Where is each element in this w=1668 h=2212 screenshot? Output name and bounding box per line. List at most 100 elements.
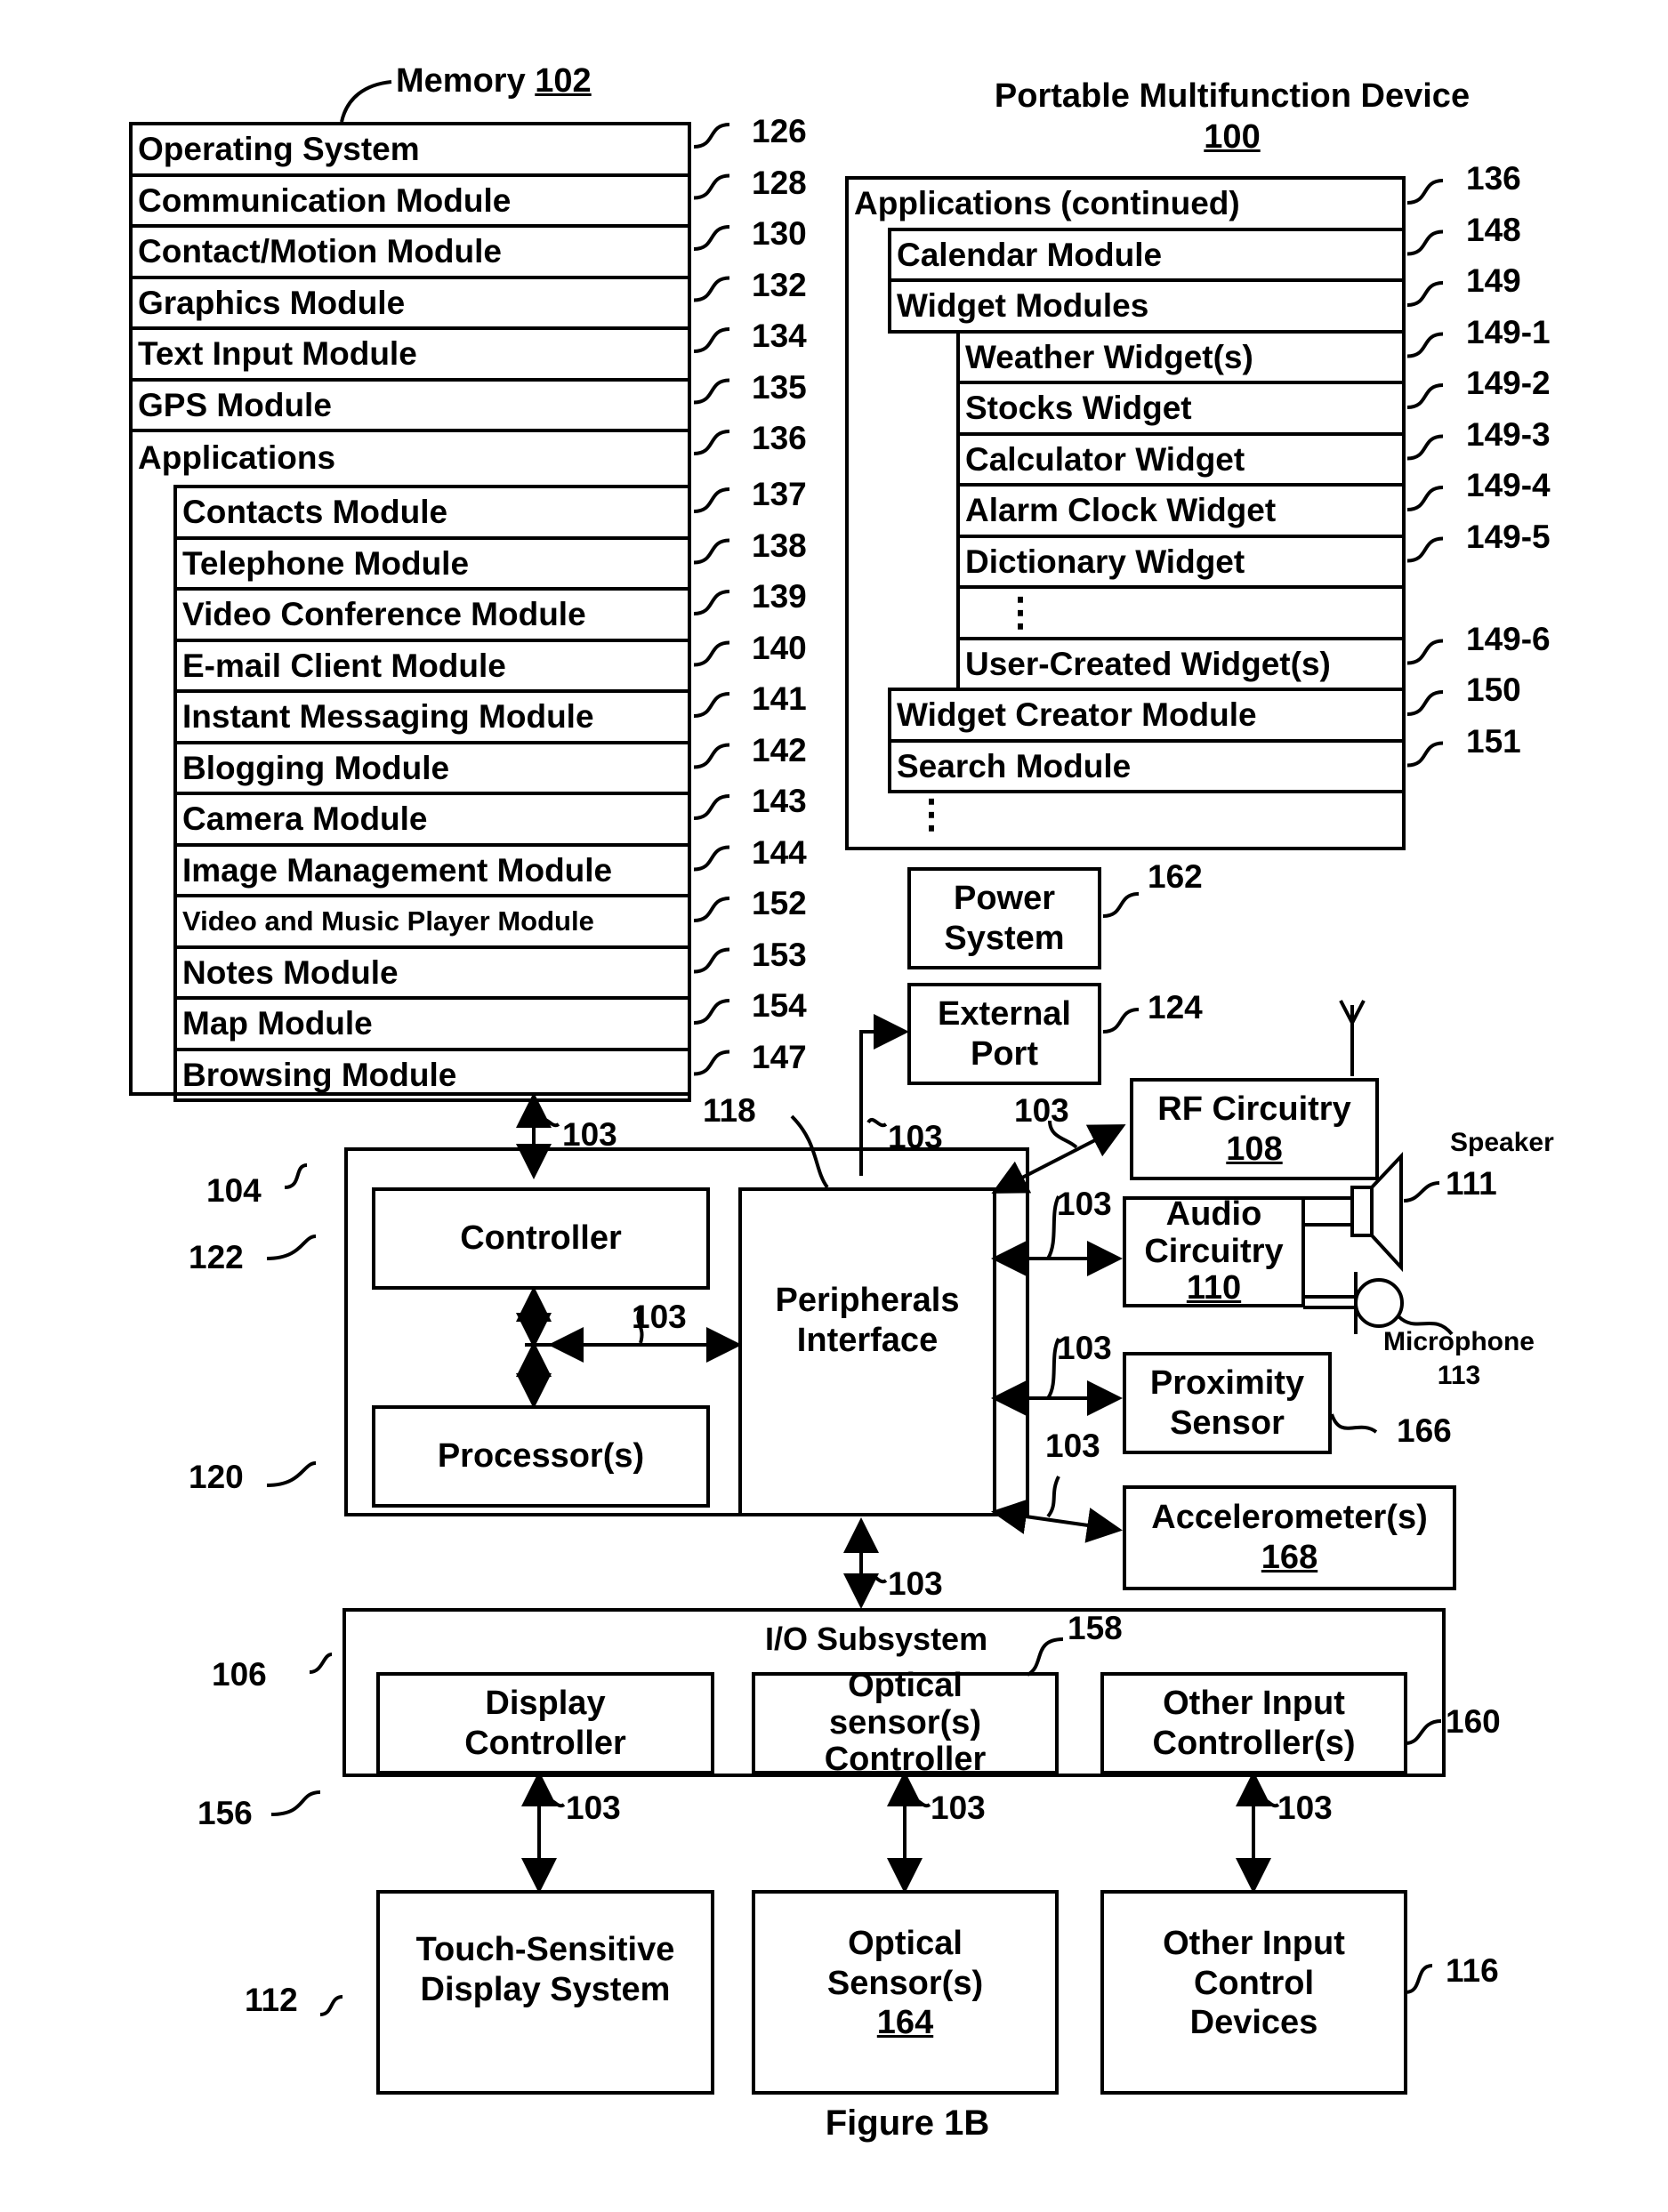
- widget-row: Alarm Clock Widget: [956, 483, 1406, 538]
- speaker-ref: 111: [1446, 1165, 1497, 1202]
- app-module-label: Telephone Module: [182, 544, 470, 582]
- app-module-label: Browsing Module: [182, 1056, 457, 1093]
- app-module-ref: 147: [752, 1038, 807, 1075]
- app-module-ref: 138: [752, 527, 807, 564]
- touch-display-ref: 112: [245, 1982, 298, 2018]
- app-module-row: Video and Music Player Module: [173, 894, 691, 949]
- widget-row-ref: 149-3: [1466, 415, 1551, 453]
- memory-row-ref: 135: [752, 368, 807, 406]
- bus-label: 103: [562, 1116, 617, 1153]
- display-controller-ref: 156: [197, 1795, 253, 1831]
- memory-row: Text Input Module: [129, 326, 691, 382]
- optical-controller-ref: 158: [1068, 1610, 1123, 1646]
- calendar-module-row-label: Calendar Module: [897, 236, 1163, 273]
- memory-row: Graphics Module: [129, 275, 691, 330]
- app-module-label: Contacts Module: [182, 494, 448, 531]
- calendar-module-row: Calendar Module: [888, 227, 1406, 282]
- bus-label: 103: [1045, 1428, 1100, 1464]
- apps-continued-header-label: Applications (continued): [854, 185, 1240, 222]
- power-ref: 162: [1148, 858, 1203, 895]
- app-module-label: E-mail Client Module: [182, 647, 506, 684]
- processor-label: Processor(s): [437, 1437, 645, 1476]
- app-module-ref: 137: [752, 476, 807, 512]
- app-module-ref: 153: [752, 936, 807, 973]
- processor-ref: 120: [189, 1459, 244, 1495]
- widget-row: Dictionary Widget: [956, 534, 1406, 589]
- widget-modules-row-ref: 149: [1466, 262, 1521, 299]
- device-ref: 100: [1204, 117, 1261, 156]
- widget-row-ref: 149-4: [1466, 467, 1551, 503]
- bus-label: 103: [566, 1790, 621, 1826]
- memory-row-ref: 132: [752, 266, 807, 303]
- apps-ellipsis-icon: ⋮: [912, 792, 951, 836]
- calendar-module-row-ref: 148: [1466, 211, 1521, 248]
- external-port-ref: 124: [1148, 989, 1203, 1026]
- bus-label: 103: [1277, 1790, 1333, 1826]
- optical-sensor-label: Optical Sensor(s) 164: [826, 1924, 984, 2042]
- other-controller-label: Other Input Controller(s): [1152, 1684, 1356, 1762]
- app-module-label: Blogging Module: [182, 749, 450, 786]
- bus-leader: [539, 1117, 560, 1128]
- ellipsis-icon: ⋮: [1001, 590, 1040, 634]
- touch-display-label: Touch-Sensitive Display System: [415, 1931, 675, 2008]
- widget-ellipsis-row: ⋮: [956, 585, 1406, 640]
- memory-row-ref: 130: [752, 215, 807, 252]
- memory-row-ref: 136: [752, 420, 807, 456]
- app-module-row: Blogging Module: [173, 740, 691, 795]
- search-module-row-ref: 151: [1466, 722, 1521, 760]
- memory-leader: [340, 80, 392, 123]
- io-subsystem-title: I/O Subsystem: [765, 1621, 988, 1657]
- figure-caption: Figure 1B: [825, 2103, 990, 2143]
- app-module-label: Map Module: [182, 1005, 373, 1042]
- bus-label: 103: [632, 1299, 687, 1335]
- other-input-ref: 116: [1446, 1952, 1499, 1989]
- search-module-row-label: Search Module: [897, 747, 1132, 784]
- io-ref: 106: [212, 1656, 267, 1693]
- search-module-row: Search Module: [888, 738, 1406, 793]
- app-module-ref: 152: [752, 885, 807, 921]
- bus-label: 103: [1057, 1186, 1112, 1222]
- widget-row: Weather Widget(s): [956, 329, 1406, 384]
- memory-title: Memory 102: [396, 62, 592, 100]
- memory-row-label: Graphics Module: [138, 284, 406, 321]
- widget-creator-row: Widget Creator Module: [888, 688, 1406, 743]
- optical-controller-label: Optical sensor(s) Controller: [824, 1666, 987, 1779]
- bus-label: 103: [888, 1565, 943, 1602]
- app-module-label: Video and Music Player Module: [182, 905, 594, 937]
- audio-circuitry-label: Audio Circuitry 110: [1144, 1194, 1284, 1307]
- app-module-row: Video Conference Module: [173, 587, 691, 642]
- app-module-ref: 154: [752, 987, 807, 1024]
- proximity-sensor-label: Proximity Sensor: [1149, 1363, 1305, 1442]
- other-controller-ref: 160: [1446, 1703, 1501, 1740]
- peripherals-ref: 118: [703, 1092, 756, 1129]
- microphone-label: Microphone 113: [1383, 1327, 1535, 1390]
- memory-row-ref: 134: [752, 318, 807, 354]
- memory-row-label: Operating System: [138, 131, 420, 168]
- memory-row-label: Communication Module: [138, 181, 512, 219]
- widget-creator-row-ref: 150: [1466, 672, 1521, 708]
- bus-label: 103: [1014, 1092, 1069, 1129]
- speaker-body: [1350, 1186, 1374, 1237]
- app-module-ref: 139: [752, 578, 807, 615]
- user-widget-row-ref: 149-6: [1466, 620, 1551, 657]
- memory-ref: 102: [535, 62, 592, 100]
- controller-label: Controller: [460, 1219, 622, 1258]
- widget-row-label: Weather Widget(s): [965, 338, 1253, 375]
- widget-row-label: Stocks Widget: [965, 390, 1192, 427]
- app-module-label: Camera Module: [182, 800, 428, 838]
- app-module-label: Instant Messaging Module: [182, 698, 594, 736]
- memory-row-ref: 128: [752, 164, 807, 201]
- bus-label: 103: [1057, 1330, 1112, 1366]
- app-module-row: Browsing Module: [173, 1047, 691, 1102]
- speaker-label: Speaker: [1450, 1128, 1554, 1157]
- controller-ref: 122: [189, 1239, 244, 1275]
- app-module-row: Contacts Module: [173, 485, 691, 540]
- proximity-ref: 166: [1397, 1412, 1452, 1449]
- external-port-label: External Port: [938, 994, 1071, 1073]
- bus-label: 103: [888, 1119, 943, 1155]
- display-controller-label: Display Controller: [464, 1684, 626, 1762]
- widget-row: Calculator Widget: [956, 431, 1406, 487]
- chip-ref: 104: [206, 1172, 262, 1209]
- app-module-row: Telephone Module: [173, 535, 691, 591]
- bus-label: 103: [931, 1790, 986, 1826]
